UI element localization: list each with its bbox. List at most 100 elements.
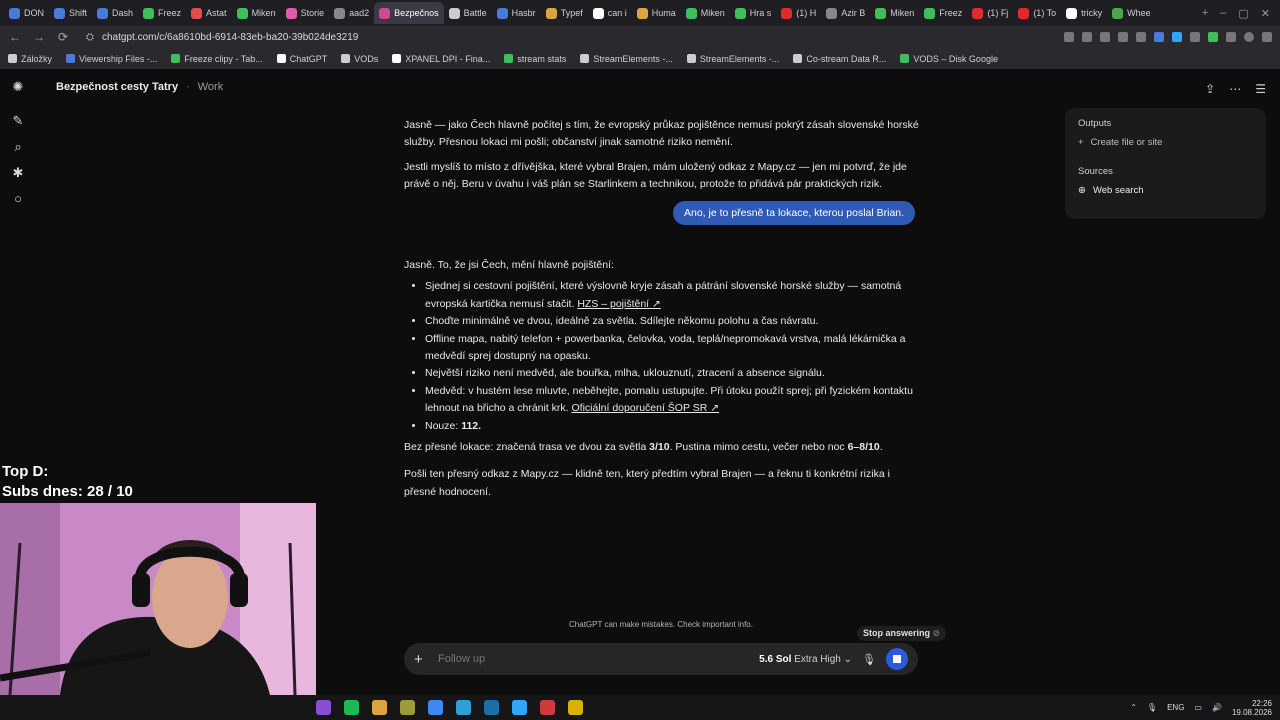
search-icon[interactable]: ⌕: [11, 140, 25, 154]
tab-favicon-icon: [1112, 7, 1124, 19]
extension-icon[interactable]: [1100, 32, 1110, 42]
chat-title[interactable]: Bezpečnost cesty Tatry: [56, 81, 178, 93]
bookmark-item[interactable]: Co-stream Data R...: [793, 54, 886, 64]
assistant-paragraph: Jestli myslíš to místo z dřívějška, kter…: [404, 161, 907, 190]
add-attachment-icon[interactable]: +: [414, 651, 428, 668]
browser-tab[interactable]: Miken: [232, 2, 281, 24]
browser-tab[interactable]: Freez: [138, 2, 186, 24]
maximize-icon[interactable]: ▢: [1238, 7, 1248, 20]
taskbar-app-icon[interactable]: [400, 700, 415, 715]
extension-icon[interactable]: [1118, 32, 1128, 42]
browser-tab[interactable]: Freez: [919, 2, 967, 24]
browser-tab[interactable]: Hra s: [730, 2, 777, 24]
bookmark-item[interactable]: StreamElements -...: [686, 54, 779, 64]
volume-icon[interactable]: 🔊: [1212, 703, 1222, 712]
bookmark-item[interactable]: StreamElements -...: [580, 54, 673, 64]
taskbar-app-icon[interactable]: [372, 700, 387, 715]
browser-tab[interactable]: tricky: [1061, 2, 1107, 24]
project-tag[interactable]: Work: [198, 81, 223, 93]
browser-tab[interactable]: Battle: [444, 2, 492, 24]
bookmark-item[interactable]: VODS – Disk Google: [900, 54, 998, 64]
reload-icon[interactable]: ⟳: [56, 30, 70, 44]
taskbar-app-icon[interactable]: [456, 700, 471, 715]
bookmark-item[interactable]: Viewership Files -...: [66, 54, 157, 64]
close-icon[interactable]: ✕: [1261, 7, 1270, 20]
more-options-icon[interactable]: ⋯: [1229, 82, 1241, 96]
minimize-icon[interactable]: –: [1220, 7, 1226, 20]
source-link[interactable]: Oficiální doporučení ŠOP SR ↗: [572, 402, 720, 414]
extension-icon[interactable]: [1190, 32, 1200, 42]
browser-tab[interactable]: Astat: [186, 2, 232, 24]
profile-icon[interactable]: [1244, 32, 1254, 42]
browser-tab[interactable]: can i: [588, 2, 632, 24]
browser-tab[interactable]: aad2: [329, 2, 374, 24]
extension-icon[interactable]: [1172, 32, 1182, 42]
create-file-button[interactable]: + Create file or site: [1078, 137, 1253, 148]
bookmark-item[interactable]: stream stats: [504, 54, 566, 64]
tab-favicon-icon: [334, 7, 346, 19]
language-indicator[interactable]: ENG: [1167, 703, 1184, 712]
microphone-icon[interactable]: 🎙: [862, 653, 876, 666]
web-search-source[interactable]: ⊕ Web search: [1078, 185, 1253, 196]
composer: + 5.6 Sol Extra High ⌄ 🎙: [404, 643, 918, 675]
forward-icon[interactable]: →: [32, 30, 46, 44]
browser-tab[interactable]: Bezpečnos: [374, 2, 444, 24]
chatgpt-logo-icon[interactable]: ✺: [11, 80, 25, 94]
browser-tab[interactable]: Miken: [870, 2, 919, 24]
back-icon[interactable]: ←: [8, 30, 22, 44]
browser-tab[interactable]: Storie: [281, 2, 330, 24]
taskbar-app-icon[interactable]: [568, 700, 583, 715]
bookmark-item[interactable]: XPANEL DPI - Fina...: [392, 54, 490, 64]
new-chat-icon[interactable]: ✎: [11, 114, 25, 128]
model-selector[interactable]: 5.6 Sol Extra High ⌄: [759, 654, 852, 665]
browser-tab[interactable]: (1) To: [1013, 2, 1061, 24]
browser-tab[interactable]: Hasbr: [492, 2, 541, 24]
browser-tab[interactable]: Huma: [632, 2, 681, 24]
url-text[interactable]: chatgpt.com/c/6a8610bd-6914-83eb-ba20-39…: [102, 32, 358, 43]
bookmark-item[interactable]: ChatGPT: [276, 54, 327, 64]
taskbar-app-icon[interactable]: [512, 700, 527, 715]
menu-icon[interactable]: [1262, 32, 1272, 42]
extension-icon[interactable]: [1136, 32, 1146, 42]
stop-icon: [893, 655, 901, 663]
microphone-tray-icon[interactable]: 🎙: [1147, 703, 1157, 712]
taskbar-app-icon[interactable]: [428, 700, 443, 715]
extension-icon[interactable]: [1154, 32, 1164, 42]
bookmark-favicon-icon: [66, 54, 76, 63]
tray-chevron-icon[interactable]: ⌃: [1130, 703, 1137, 712]
bookmark-item[interactable]: Záložky: [8, 54, 52, 64]
chat-bubble-icon[interactable]: ○: [11, 192, 25, 206]
source-link[interactable]: HZS – pojištění ↗: [577, 298, 661, 310]
clock[interactable]: 22:26 19.08.2026: [1232, 699, 1272, 717]
extension-icon[interactable]: [1064, 32, 1074, 42]
bookmark-item[interactable]: Freeze clipy - Tab...: [171, 54, 263, 64]
bookmark-item[interactable]: VODs: [341, 54, 378, 64]
browser-tab[interactable]: Shift: [49, 2, 92, 24]
network-icon[interactable]: ▭: [1194, 703, 1202, 712]
browser-tab[interactable]: Typef: [541, 2, 588, 24]
browser-tab[interactable]: Whee: [1107, 2, 1156, 24]
browser-tab[interactable]: Azir B: [821, 2, 870, 24]
browser-tab[interactable]: Miken: [681, 2, 730, 24]
stop-button[interactable]: [886, 648, 908, 670]
taskbar-app-icon[interactable]: [344, 700, 359, 715]
extension-icon[interactable]: [1208, 32, 1218, 42]
taskbar-app-icon[interactable]: [484, 700, 499, 715]
stop-answering-button[interactable]: Stop answering ⊘: [857, 626, 947, 641]
extension-icon[interactable]: [1226, 32, 1236, 42]
share-icon[interactable]: ⇪: [1205, 82, 1215, 96]
browser-tab[interactable]: DON: [4, 2, 49, 24]
browser-tab[interactable]: (1) H: [776, 2, 821, 24]
taskbar-app-icon[interactable]: [316, 700, 331, 715]
browser-tab[interactable]: Dash: [92, 2, 138, 24]
tab-favicon-icon: [379, 7, 391, 19]
site-info-icon[interactable]: ⛭: [86, 32, 94, 43]
panel-toggle-icon[interactable]: ☰: [1255, 82, 1266, 96]
new-tab-icon[interactable]: +: [1202, 7, 1208, 20]
address-bar[interactable]: ⛭ chatgpt.com/c/6a8610bd-6914-83eb-ba20-…: [86, 32, 358, 43]
pin-icon[interactable]: ✱: [11, 166, 25, 180]
taskbar-app-icon[interactable]: [540, 700, 555, 715]
extension-icon[interactable]: [1082, 32, 1092, 42]
follow-up-input[interactable]: [438, 653, 750, 665]
browser-tab[interactable]: (1) Fj: [967, 2, 1013, 24]
